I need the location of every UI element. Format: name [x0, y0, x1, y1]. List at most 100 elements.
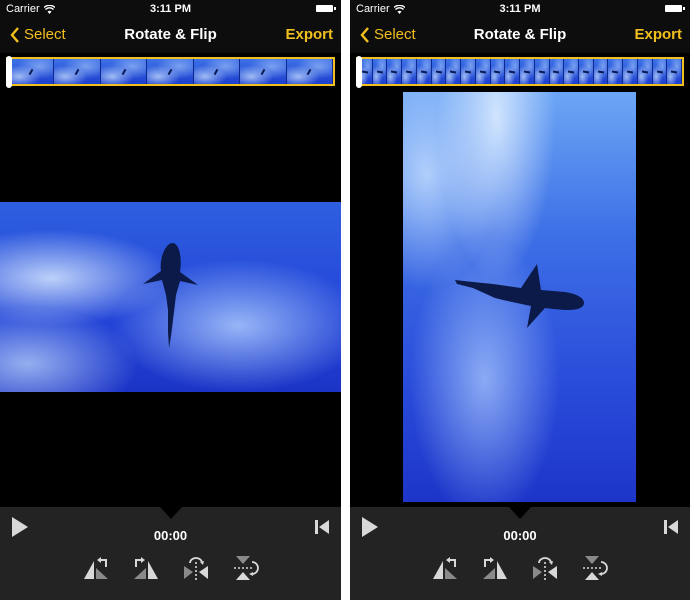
timeline-strip[interactable] [356, 57, 684, 86]
thumbnail-shark [671, 69, 678, 74]
back-label: Select [24, 26, 66, 43]
back-button[interactable]: Select [360, 26, 416, 43]
timeline-thumbnail [579, 59, 594, 84]
screen-portrait: Carrier 3:11 PM Select Rotate & Flip Exp… [350, 0, 690, 600]
video-preview [0, 202, 341, 392]
timeline-thumbnail [416, 59, 432, 84]
timeline-thumbnail [549, 59, 565, 84]
time-label: 00:00 [153, 528, 188, 543]
timeline-thumbnail [372, 59, 388, 84]
timeline-thumbnail [564, 59, 580, 84]
thumbnail-shark [167, 68, 173, 75]
thumbnail-shark [509, 69, 516, 74]
rotate-left-icon[interactable] [431, 555, 459, 581]
back-button[interactable]: Select [10, 26, 66, 43]
timeline-thumbnail [461, 59, 476, 84]
time-label: 00:00 [503, 528, 537, 543]
back-label: Select [374, 26, 416, 43]
thumbnail-shark [74, 68, 80, 75]
thumbnail-shark [582, 69, 590, 74]
timeline-thumbnail [240, 59, 287, 84]
thumbnail-shark [553, 69, 560, 74]
thumbnail-shark [306, 68, 312, 75]
timeline-thumbnail [652, 59, 668, 84]
thumbnail-shark [450, 69, 457, 74]
timeline-thumbnail [387, 59, 403, 84]
thumbnail-shark [568, 69, 575, 74]
thumbnail-shark [612, 69, 619, 74]
thumbnail-shark [479, 69, 486, 74]
timeline-thumbnail [402, 59, 417, 84]
playhead-handle[interactable] [356, 56, 362, 88]
timeline-thumbnail [431, 59, 447, 84]
thumbnail-shark [464, 69, 472, 74]
thumbnail-shark [391, 69, 398, 74]
thumbnail-shark [523, 69, 531, 74]
thumbnail-shark [28, 68, 34, 75]
thumbnail-shark [435, 69, 442, 74]
rotate-left-icon[interactable] [82, 555, 110, 581]
timeline-thumbnail [505, 59, 521, 84]
thumbnail-shark [494, 69, 501, 74]
timeline-thumbnail [490, 59, 506, 84]
flip-vertical-icon[interactable] [232, 555, 260, 581]
status-bar: Carrier 3:11 PM [0, 0, 341, 18]
navigation-bar: Select Rotate & Flip Export [350, 18, 690, 53]
flip-horizontal-icon[interactable] [182, 555, 210, 581]
playhead-pointer [159, 507, 182, 519]
thumbnail-shark [656, 69, 663, 74]
thumbnail-shark [420, 69, 427, 74]
timeline-thumbnail [637, 59, 653, 84]
rotate-right-icon[interactable] [132, 555, 160, 581]
playhead-pointer [509, 507, 531, 519]
status-time: 3:11 PM [499, 3, 541, 15]
rotate-right-icon[interactable] [481, 555, 509, 581]
transform-toolbar [0, 555, 341, 581]
export-button[interactable]: Export [634, 26, 682, 43]
flip-vertical-icon[interactable] [581, 555, 609, 581]
chevron-left-icon [10, 26, 19, 43]
thumbnail-shark [260, 68, 266, 75]
timeline-thumbnail [8, 59, 55, 84]
timeline-thumbnail [286, 59, 333, 84]
flip-horizontal-icon[interactable] [531, 555, 559, 581]
thumbnail-shark [214, 68, 219, 75]
timeline-thumbnail [193, 59, 241, 84]
transform-toolbar [350, 555, 690, 581]
thumbnail-shark [361, 69, 368, 74]
screen-landscape: Carrier 3:11 PM Select Rotate & Flip Exp… [0, 0, 341, 600]
timeline-thumbnail [593, 59, 609, 84]
battery-icon [665, 5, 685, 12]
playback-controls: 00:00 [350, 507, 690, 600]
thumbnail-shark [121, 68, 126, 75]
timeline-strip[interactable] [6, 57, 335, 86]
thumbnail-shark [405, 69, 413, 74]
status-time: 3:11 PM [150, 3, 191, 15]
timeline-thumbnail [475, 59, 491, 84]
timeline-thumbnail [520, 59, 535, 84]
shark-image [143, 242, 198, 348]
timeline-thumbnail [54, 59, 101, 84]
timeline-thumbnail [534, 59, 550, 84]
timeline-thumbnail [100, 59, 148, 84]
export-button[interactable]: Export [285, 26, 333, 43]
thumbnail-shark [597, 69, 604, 74]
timeline-thumbnail [623, 59, 638, 84]
timeline-thumbnail [147, 59, 194, 84]
status-bar: Carrier 3:11 PM [350, 0, 690, 18]
shark-image [455, 264, 585, 328]
navigation-bar: Select Rotate & Flip Export [0, 18, 341, 53]
thumbnail-shark [641, 69, 648, 74]
video-preview [403, 92, 636, 502]
thumbnail-shark [626, 69, 634, 74]
playback-controls: 00:00 [0, 507, 341, 600]
thumbnail-shark [376, 69, 383, 74]
timeline-thumbnail [667, 59, 682, 84]
playhead-handle[interactable] [6, 56, 12, 88]
thumbnail-shark [538, 69, 545, 74]
screen-divider [341, 0, 350, 600]
chevron-left-icon [360, 26, 369, 43]
battery-icon [316, 5, 336, 12]
timeline-thumbnail [608, 59, 624, 84]
timeline-thumbnail [446, 59, 462, 84]
